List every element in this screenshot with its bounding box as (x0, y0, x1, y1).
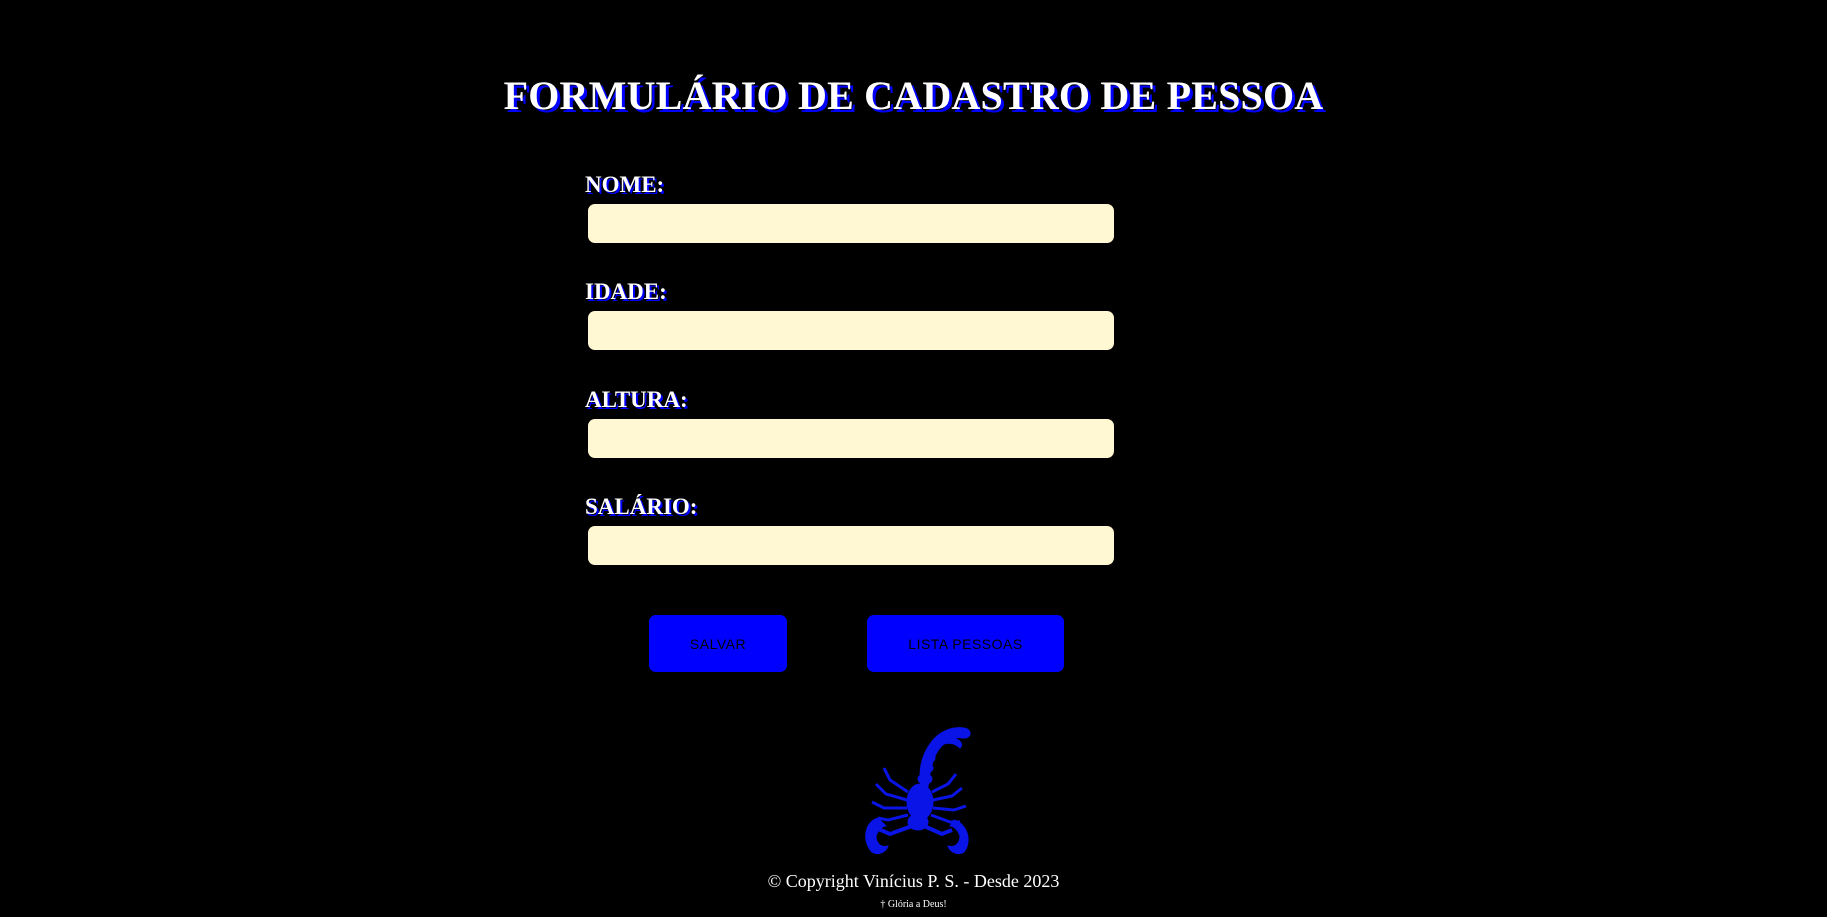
name-label: NOME: (585, 172, 665, 197)
list-people-button[interactable]: LISTA PESSOAS (867, 615, 1064, 672)
page-title: FORMULÁRIO DE CADASTRO DE PESSOA (503, 73, 1324, 118)
salary-label: SALÁRIO: (585, 494, 698, 519)
age-input[interactable] (588, 311, 1114, 350)
height-input[interactable] (588, 419, 1114, 458)
blessing-text: † Glória a Deus! (880, 899, 947, 910)
age-label: IDADE: (585, 279, 667, 304)
age-field-group: IDADE: (585, 279, 1115, 350)
scorpion-icon (865, 727, 971, 855)
salary-input[interactable] (588, 526, 1114, 565)
salary-field-group: SALÁRIO: (585, 494, 1115, 565)
copyright-text: © Copyright Vinícius P. S. - Desde 2023 (767, 871, 1060, 891)
name-field-group: NOME: (585, 172, 1115, 243)
height-label: ALTURA: (585, 387, 688, 412)
save-button[interactable]: SALVAR (649, 615, 787, 672)
height-field-group: ALTURA: (585, 387, 1115, 458)
name-input[interactable] (588, 204, 1114, 243)
